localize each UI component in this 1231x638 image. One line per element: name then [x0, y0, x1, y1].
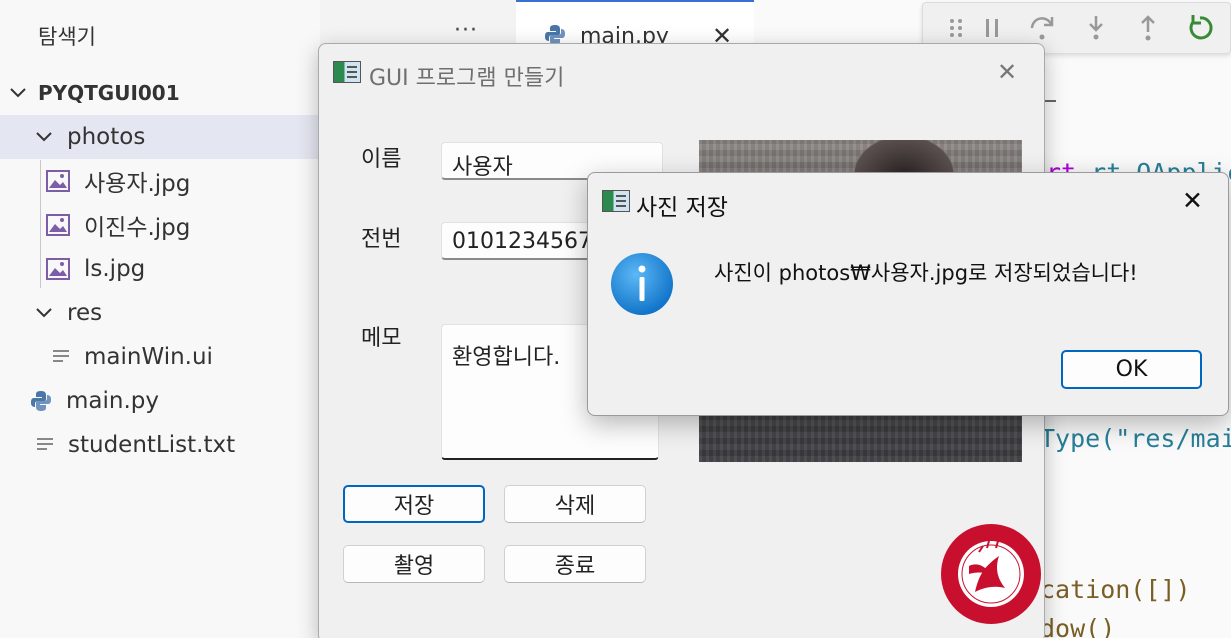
tree-item-label: ls.jpg [84, 256, 146, 282]
capture-button[interactable]: 촬영 [343, 545, 485, 583]
info-icon [611, 253, 673, 315]
quit-button[interactable]: 종료 [504, 545, 646, 583]
chevron-down-icon [36, 308, 52, 318]
tree-item-file[interactable]: ls.jpg [0, 247, 320, 291]
chevron-down-icon [36, 132, 52, 142]
university-logo [941, 524, 1041, 624]
tree-item-file[interactable]: 사용자.jpg [0, 159, 320, 203]
step-out-icon[interactable] [1133, 13, 1163, 43]
restart-icon[interactable] [1185, 13, 1215, 43]
tree-item-label: 사용자.jpg [84, 171, 191, 197]
text-file-icon [53, 350, 69, 362]
tree-item-file[interactable]: mainWin.ui [0, 335, 320, 379]
drag-handle-icon[interactable] [941, 13, 971, 43]
python-icon [31, 391, 51, 411]
step-over-icon[interactable] [1027, 13, 1057, 43]
ok-button[interactable]: OK [1061, 350, 1202, 389]
code-line: cation([]) [1040, 575, 1191, 604]
image-file-icon [46, 258, 70, 280]
close-icon[interactable]: ✕ [1182, 186, 1203, 215]
explorer-more-actions[interactable]: ··· [454, 18, 478, 43]
pause-icon[interactable] [977, 13, 1007, 43]
chevron-down-icon [10, 88, 26, 98]
message-text: 사진이 photos₩사용자.jpg로 저장되었습니다! [714, 261, 1138, 285]
tree-item-label: studentList.txt [68, 432, 236, 458]
name-label: 이름 [361, 147, 402, 172]
tree-item-label: mainWin.ui [84, 344, 213, 370]
tree-item-label: res [67, 300, 103, 326]
code-line: Type("res/mai [1040, 424, 1231, 453]
text-file-icon [37, 438, 53, 450]
save-button[interactable]: 저장 [343, 485, 485, 523]
tree-item-file[interactable]: main.py [0, 379, 320, 423]
app-icon [333, 61, 361, 83]
explorer-sidebar: 탐색기 PYQTGUI001 photos 사용자.jpg 이진수.jpg ls… [0, 0, 320, 638]
message-box: 사진 저장 ✕ 사진이 photos₩사용자.jpg로 저장되었습니다! OK [587, 172, 1229, 416]
tree-item-photos[interactable]: photos [0, 115, 320, 159]
tree-item-file[interactable]: 이진수.jpg [0, 203, 320, 247]
explorer-title: 탐색기 [38, 25, 96, 49]
step-into-icon[interactable] [1081, 13, 1111, 43]
tree-root-label: PYQTGUI001 [38, 81, 180, 105]
message-box-title: 사진 저장 [636, 195, 728, 221]
tree-item-label: 이진수.jpg [84, 215, 191, 241]
tree-item-label: photos [67, 124, 146, 150]
image-file-icon [46, 214, 70, 236]
window-title: GUI 프로그램 만들기 [369, 66, 565, 91]
tree-root-folder[interactable]: PYQTGUI001 [0, 71, 320, 115]
tab-main-py[interactable]: main.py ✕ [516, 0, 754, 50]
code-underscore [1044, 100, 1056, 102]
app-icon [602, 190, 630, 212]
image-file-icon [46, 170, 70, 192]
tree-item-file[interactable]: studentList.txt [0, 423, 320, 467]
memo-label: 메모 [361, 326, 402, 351]
tree-item-res[interactable]: res [0, 291, 320, 335]
tree-item-label: main.py [66, 388, 159, 414]
close-icon[interactable]: ✕ [997, 58, 1017, 86]
code-line: dow() [1040, 614, 1116, 638]
delete-button[interactable]: 삭제 [504, 485, 646, 523]
phone-label: 전번 [361, 227, 402, 252]
